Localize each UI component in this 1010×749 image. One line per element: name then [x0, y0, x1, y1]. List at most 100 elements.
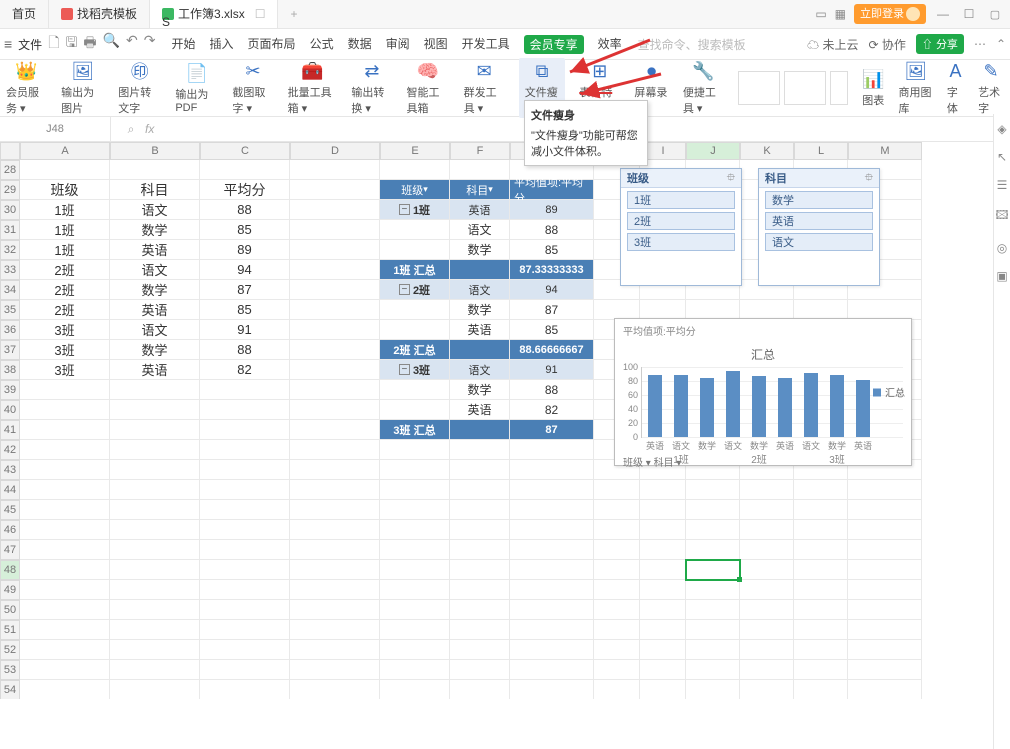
cell-F45[interactable] — [450, 500, 510, 520]
cell-J48[interactable] — [686, 560, 740, 580]
ribbon-输出为图片[interactable]: 🖼输出为图片 — [61, 60, 104, 116]
cell-M46[interactable] — [848, 520, 922, 540]
side-icon-4[interactable]: 🖾 — [995, 206, 1008, 227]
cell-L44[interactable] — [794, 480, 848, 500]
cell-E41[interactable]: 3班 汇总 — [380, 420, 450, 440]
row-head-47[interactable]: 47 — [0, 540, 20, 560]
row-head-51[interactable]: 51 — [0, 620, 20, 640]
ribbon-截图取字[interactable]: ✂截图取字 ▾ — [232, 60, 273, 116]
cell-F43[interactable] — [450, 460, 510, 480]
cell-A48[interactable] — [20, 560, 110, 580]
row-head-45[interactable]: 45 — [0, 500, 20, 520]
cell-E45[interactable] — [380, 500, 450, 520]
ribbon-right-0[interactable]: 📊图表 — [862, 68, 884, 108]
cell-A53[interactable] — [20, 660, 110, 680]
cell-B43[interactable] — [110, 460, 200, 480]
cell-E50[interactable] — [380, 600, 450, 620]
cell-G49[interactable] — [510, 580, 594, 600]
cell-D38[interactable] — [290, 360, 380, 380]
bar-3[interactable] — [726, 371, 740, 437]
qat-redo-icon[interactable]: ↷ — [144, 32, 156, 56]
ribbon-right-2[interactable]: A字体 — [947, 60, 964, 116]
cell-C40[interactable] — [200, 400, 290, 420]
cell-G46[interactable] — [510, 520, 594, 540]
cell-C52[interactable] — [200, 640, 290, 660]
row-head-48[interactable]: 48 — [0, 560, 20, 580]
cell-D49[interactable] — [290, 580, 380, 600]
preview-3[interactable] — [830, 71, 848, 105]
ribbon-输出转换[interactable]: ⇄输出转换 ▾ — [351, 60, 392, 116]
side-icon-1[interactable]: ◈ — [997, 122, 1006, 136]
cell-D52[interactable] — [290, 640, 380, 660]
cell-G44[interactable] — [510, 480, 594, 500]
cell-E38[interactable]: −3班 — [380, 360, 450, 380]
cell-D30[interactable] — [290, 200, 380, 220]
cell-F37[interactable] — [450, 340, 510, 360]
cell-A50[interactable] — [20, 600, 110, 620]
bar-4[interactable] — [752, 376, 766, 437]
cell-F34[interactable]: 语文 — [450, 280, 510, 300]
bar-2[interactable] — [700, 378, 714, 438]
bar-5[interactable] — [778, 378, 792, 438]
more-icon[interactable]: ⋯ — [974, 37, 986, 51]
cell-D53[interactable] — [290, 660, 380, 680]
cell-E37[interactable]: 2班 汇总 — [380, 340, 450, 360]
cell-C29[interactable]: 平均分 — [200, 180, 290, 200]
cell-F42[interactable] — [450, 440, 510, 460]
cell-C37[interactable]: 88 — [200, 340, 290, 360]
clear-filter-icon[interactable]: ⯐ — [727, 169, 735, 188]
collapse-icon[interactable]: − — [399, 364, 410, 375]
cell-I52[interactable] — [640, 640, 686, 660]
cell-C35[interactable]: 85 — [200, 300, 290, 320]
cell-B39[interactable] — [110, 380, 200, 400]
cell-A37[interactable]: 3班 — [20, 340, 110, 360]
cell-J54[interactable] — [686, 680, 740, 699]
cell-I47[interactable] — [640, 540, 686, 560]
cell-A32[interactable]: 1班 — [20, 240, 110, 260]
cell-C28[interactable] — [200, 160, 290, 180]
cell-D36[interactable] — [290, 320, 380, 340]
cell-E32[interactable] — [380, 240, 450, 260]
menu-tab-5[interactable]: 审阅 — [386, 35, 410, 54]
menu-tab-2[interactable]: 页面布局 — [248, 35, 296, 54]
cell-A44[interactable] — [20, 480, 110, 500]
cell-G32[interactable]: 85 — [510, 240, 594, 260]
cell-K54[interactable] — [740, 680, 794, 699]
ribbon-输出为PDF[interactable]: 📄输出为PDF — [175, 62, 218, 114]
cell-F50[interactable] — [450, 600, 510, 620]
cell-I49[interactable] — [640, 580, 686, 600]
cell-H47[interactable] — [594, 540, 640, 560]
cell-C50[interactable] — [200, 600, 290, 620]
cell-K50[interactable] — [740, 600, 794, 620]
cell-L45[interactable] — [794, 500, 848, 520]
cell-L35[interactable] — [794, 300, 848, 320]
cell-G35[interactable]: 87 — [510, 300, 594, 320]
cell-K49[interactable] — [740, 580, 794, 600]
cell-F41[interactable] — [450, 420, 510, 440]
cell-K47[interactable] — [740, 540, 794, 560]
cell-D47[interactable] — [290, 540, 380, 560]
cell-B37[interactable]: 数学 — [110, 340, 200, 360]
name-box[interactable]: J48 — [0, 117, 111, 141]
cell-E43[interactable] — [380, 460, 450, 480]
cell-G39[interactable]: 88 — [510, 380, 594, 400]
cell-B50[interactable] — [110, 600, 200, 620]
cell-H46[interactable] — [594, 520, 640, 540]
cell-C53[interactable] — [200, 660, 290, 680]
cell-G41[interactable]: 87 — [510, 420, 594, 440]
cell-G51[interactable] — [510, 620, 594, 640]
cell-K53[interactable] — [740, 660, 794, 680]
cell-D34[interactable] — [290, 280, 380, 300]
login-button[interactable]: 立即登录 — [854, 4, 926, 24]
cell-A46[interactable] — [20, 520, 110, 540]
qat-print-icon[interactable]: 🖶 — [83, 32, 96, 56]
row-head-29[interactable]: 29 — [0, 180, 20, 200]
cell-M45[interactable] — [848, 500, 922, 520]
cell-L51[interactable] — [794, 620, 848, 640]
cell-J44[interactable] — [686, 480, 740, 500]
qat-new-icon[interactable]: 🗋 — [48, 32, 59, 56]
row-head-32[interactable]: 32 — [0, 240, 20, 260]
row-head-40[interactable]: 40 — [0, 400, 20, 420]
row-head-34[interactable]: 34 — [0, 280, 20, 300]
cell-E36[interactable] — [380, 320, 450, 340]
